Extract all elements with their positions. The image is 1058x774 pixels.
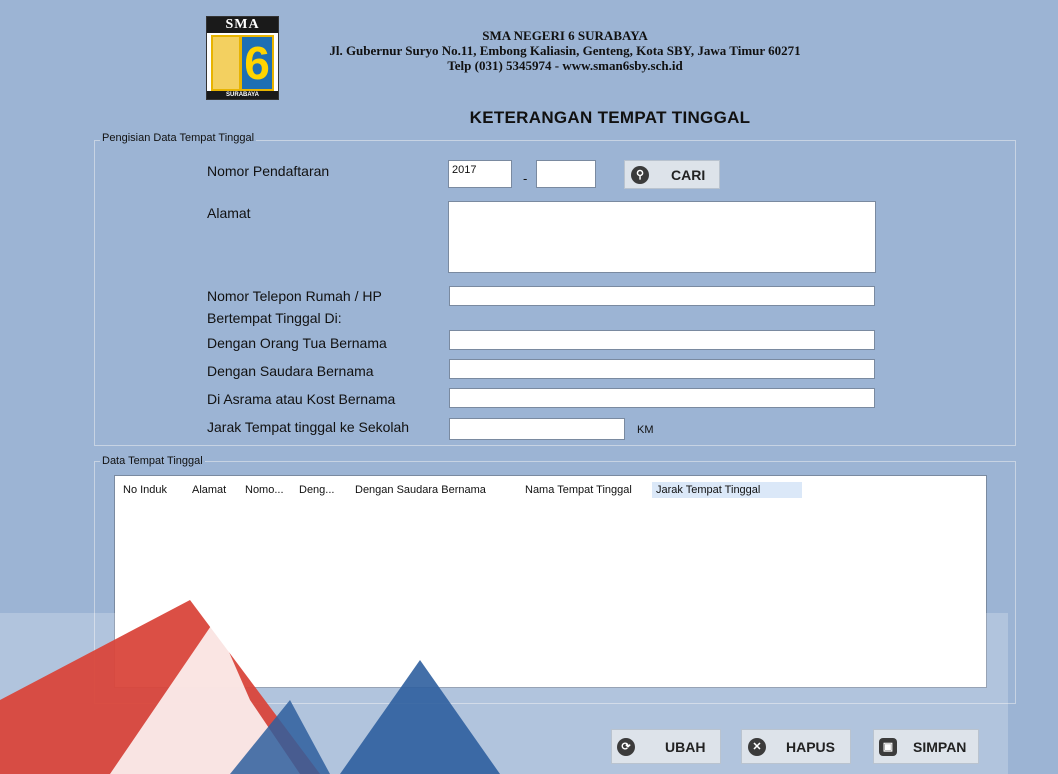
jarak-unit: KM <box>637 424 654 436</box>
asrama-field[interactable] <box>449 388 875 408</box>
school-name: SMA NEGERI 6 SURABAYA <box>482 28 648 43</box>
school-logo: SMA 6 SURABAYA <box>206 16 279 100</box>
page-title: KETERANGAN TEMPAT TINGGAL <box>469 108 751 127</box>
column-header-dengan-saudara[interactable]: Dengan Saudara Bernama <box>355 482 486 498</box>
simpan-button[interactable]: ▣ SIMPAN <box>873 729 979 764</box>
logo-text-top: SMA <box>207 17 278 33</box>
nomor-pendaftaran-label: Nomor Pendaftaran <box>207 163 330 179</box>
nomor-separator: - <box>523 171 528 186</box>
save-icon: ▣ <box>879 737 897 756</box>
cari-label: CARI <box>671 166 706 183</box>
nomor-suffix-field[interactable] <box>536 160 596 188</box>
form-group-label: Pengisian Data Tempat Tinggal <box>100 132 257 144</box>
telepon-field[interactable] <box>449 286 875 306</box>
logo-emblem: 6 <box>211 35 274 91</box>
data-table[interactable]: No Induk Alamat Nomo... Deng... Dengan S… <box>114 475 987 688</box>
orang-tua-field[interactable] <box>449 330 875 350</box>
simpan-label: SIMPAN <box>913 738 967 755</box>
school-header: SMA NEGERI 6 SURABAYA Jl. Gubernur Suryo… <box>280 28 850 73</box>
logo-number: 6 <box>242 37 272 89</box>
watermark-blue-shape-2 <box>230 700 330 774</box>
alamat-label: Alamat <box>207 205 251 221</box>
logo-text-bottom: SURABAYA <box>207 91 278 99</box>
logo-crest <box>213 37 239 89</box>
saudara-label: Dengan Saudara Bernama <box>207 363 374 379</box>
school-address: Jl. Gubernur Suryo No.11, Embong Kaliasi… <box>329 43 801 58</box>
school-contact: Telp (031) 5345974 - www.sman6sby.sch.id <box>447 58 683 73</box>
alamat-field[interactable] <box>448 201 876 273</box>
column-header-no-induk[interactable]: No Induk <box>123 482 167 498</box>
nomor-year-field[interactable]: 2017 <box>448 160 512 188</box>
hapus-label: HAPUS <box>786 738 836 755</box>
jarak-field[interactable] <box>449 418 625 440</box>
table-group-label: Data Tempat Tinggal <box>100 455 205 467</box>
search-icon: ⚲ <box>631 165 649 184</box>
column-header-alamat[interactable]: Alamat <box>192 482 226 498</box>
hapus-button[interactable]: ✕ HAPUS <box>741 729 851 764</box>
bertempat-label: Bertempat Tinggal Di: <box>207 310 342 326</box>
close-icon: ✕ <box>748 737 766 756</box>
column-header-dengan-orang-tua[interactable]: Deng... <box>299 482 334 498</box>
telepon-label: Nomor Telepon Rumah / HP <box>207 288 382 304</box>
ubah-button[interactable]: ⟳ UBAH <box>611 729 721 764</box>
refresh-icon: ⟳ <box>617 737 635 756</box>
jarak-label: Jarak Tempat tinggal ke Sekolah <box>207 419 410 435</box>
column-header-nomor[interactable]: Nomo... <box>245 482 284 498</box>
saudara-field[interactable] <box>449 359 875 379</box>
asrama-label: Di Asrama atau Kost Bernama <box>207 391 396 407</box>
ubah-label: UBAH <box>665 738 706 755</box>
cari-button[interactable]: ⚲ CARI <box>624 160 720 189</box>
column-header-nama-tempat-tinggal[interactable]: Nama Tempat Tinggal <box>525 482 632 498</box>
column-header-jarak[interactable]: Jarak Tempat Tinggal <box>652 482 802 498</box>
orang-tua-label: Dengan Orang Tua Bernama <box>207 335 387 351</box>
